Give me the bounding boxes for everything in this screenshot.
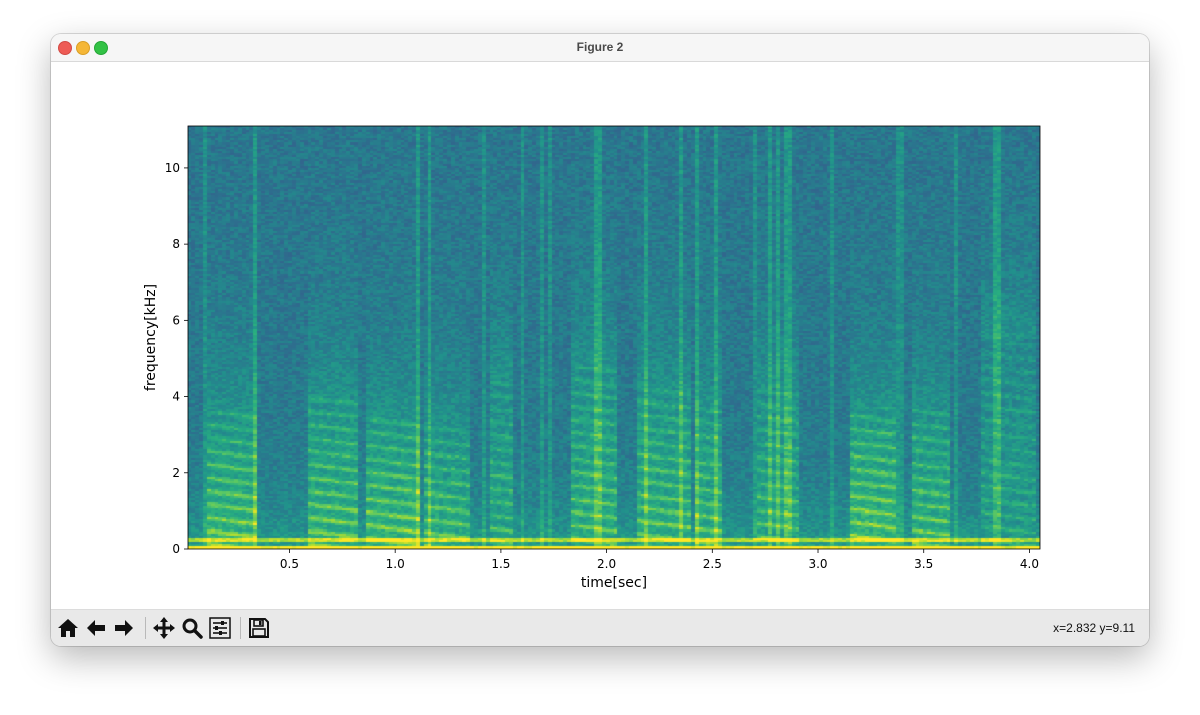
x-tick-label: 1.5	[491, 557, 510, 571]
y-axis-label: frequency[kHz]	[143, 284, 159, 391]
toolbar-separator	[145, 617, 146, 639]
y-tick-label: 4	[172, 390, 180, 404]
zoom-button[interactable]	[180, 616, 204, 640]
x-tick-label: 2.0	[597, 557, 616, 571]
arrow-left-icon	[87, 620, 105, 636]
magnifier-icon	[182, 618, 203, 639]
y-tick-label: 10	[165, 161, 180, 175]
floppy-disk-icon	[249, 618, 269, 638]
sliders-icon	[209, 617, 231, 639]
back-button[interactable]	[84, 616, 108, 640]
move-icon	[153, 617, 175, 639]
y-tick-label: 8	[172, 237, 180, 251]
y-tick-label: 0	[172, 542, 180, 556]
navigation-toolbar: x=2.832 y=9.11	[51, 609, 1149, 646]
x-tick-label: 1.0	[386, 557, 405, 571]
figure-canvas[interactable]: 0.5 1.0 1.5 2.0 2.5 3.0 3.5 4.0 0 2 4 6 8 10 time[sec]…	[51, 62, 1149, 609]
figure-window: Figure 2 0.5 1.0 1.5 2.0 2.5 3.0 3.5 4.0 0 2 4 6 8 10…	[51, 34, 1149, 646]
spectrogram-chart[interactable]: 0.5 1.0 1.5 2.0 2.5 3.0 3.5 4.0 0 2 4 6 8 10 time[sec]…	[51, 62, 1149, 609]
x-tick-label: 3.5	[914, 557, 933, 571]
configure-subplots-button[interactable]	[208, 616, 232, 640]
pan-button[interactable]	[152, 616, 176, 640]
y-tick-label: 2	[172, 466, 180, 480]
save-button[interactable]	[247, 616, 271, 640]
home-icon	[58, 619, 78, 637]
title-bar[interactable]: Figure 2	[51, 34, 1149, 62]
cursor-coordinates: x=2.832 y=9.11	[1053, 621, 1135, 635]
x-tick-label: 2.5	[703, 557, 722, 571]
spectrogram-image	[188, 126, 1040, 549]
arrow-right-icon	[115, 620, 133, 636]
x-tick-label: 0.5	[280, 557, 299, 571]
x-axis-label: time[sec]	[581, 575, 647, 591]
x-tick-label: 4.0	[1020, 557, 1039, 571]
forward-button[interactable]	[112, 616, 136, 640]
toolbar-separator	[240, 617, 241, 639]
window-title: Figure 2	[576, 40, 624, 54]
home-button[interactable]	[56, 616, 80, 640]
y-tick-label: 6	[172, 313, 180, 327]
x-tick-label: 3.0	[808, 557, 827, 571]
